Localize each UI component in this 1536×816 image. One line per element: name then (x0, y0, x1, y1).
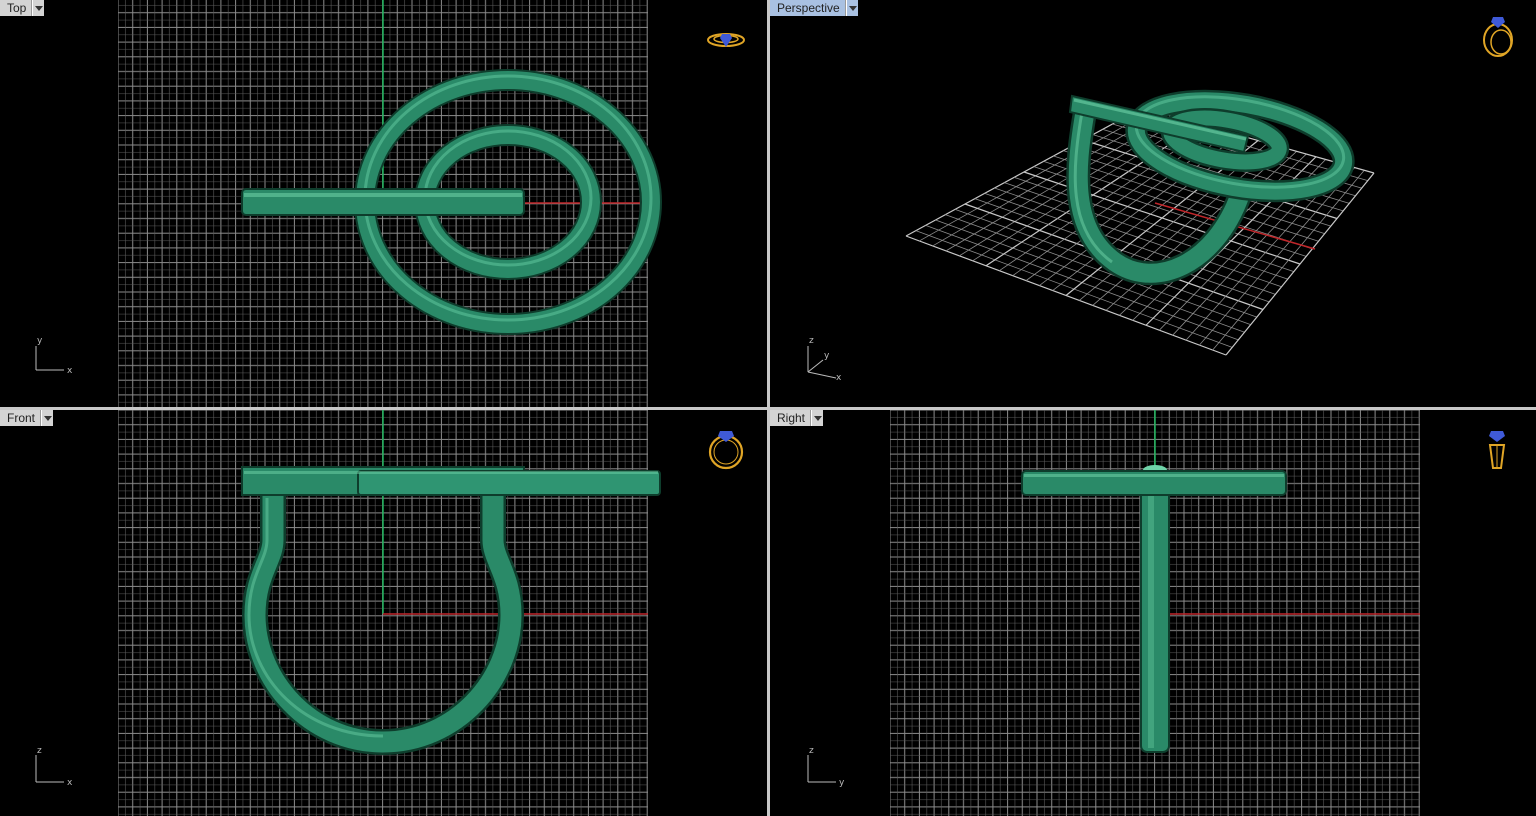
axis-label-x: x (67, 778, 73, 788)
ring-perspective-icon[interactable] (1483, 17, 1513, 57)
viewport-perspective[interactable]: z y x Perspective (770, 0, 1536, 408)
right-viewport-canvas[interactable]: z y (770, 410, 1536, 816)
ring-top-icon[interactable] (707, 33, 745, 47)
axis-label-y: y (824, 351, 830, 361)
axis-label-z: z (37, 746, 42, 756)
viewport-name[interactable]: Front (0, 410, 42, 426)
top-viewport-canvas[interactable]: y x (0, 0, 768, 408)
ring-front-icon[interactable] (708, 431, 744, 470)
viewport-menu-arrow-icon[interactable] (32, 0, 45, 16)
viewport-title-perspective[interactable]: Perspective (770, 0, 858, 16)
ring-model[interactable] (1066, 82, 1355, 286)
viewport-title-front[interactable]: Front (0, 410, 54, 426)
axis-label-y: y (839, 778, 845, 788)
viewport-front[interactable]: z x Front (0, 410, 768, 816)
axis-label-y: y (37, 336, 43, 346)
viewport-name[interactable]: Top (0, 0, 33, 16)
axis-label-z: z (809, 336, 814, 346)
viewport-menu-arrow-icon[interactable] (811, 410, 824, 426)
viewport-right[interactable]: z y Right (770, 410, 1536, 816)
viewport-menu-arrow-icon[interactable] (845, 0, 858, 16)
viewport-divider-horizontal[interactable] (0, 407, 1536, 410)
front-viewport-canvas[interactable]: z x (0, 410, 768, 816)
viewport-menu-arrow-icon[interactable] (41, 410, 54, 426)
axis-widget: z y (807, 746, 845, 788)
axis-widget: z y x (807, 336, 842, 383)
perspective-viewport-canvas[interactable]: z y x (770, 0, 1536, 408)
axis-widget: y x (35, 336, 73, 376)
axis-label-x: x (836, 373, 842, 383)
viewport-name[interactable]: Right (770, 410, 812, 426)
ring-right-icon[interactable] (1488, 431, 1506, 469)
viewport-title-top[interactable]: Top (0, 0, 45, 16)
axis-label-z: z (809, 746, 814, 756)
axis-label-x: x (67, 366, 73, 376)
viewport-title-right[interactable]: Right (770, 410, 824, 426)
viewport-top[interactable]: y x Top (0, 0, 768, 408)
viewport-name[interactable]: Perspective (770, 0, 846, 16)
axis-widget: z x (35, 746, 73, 788)
